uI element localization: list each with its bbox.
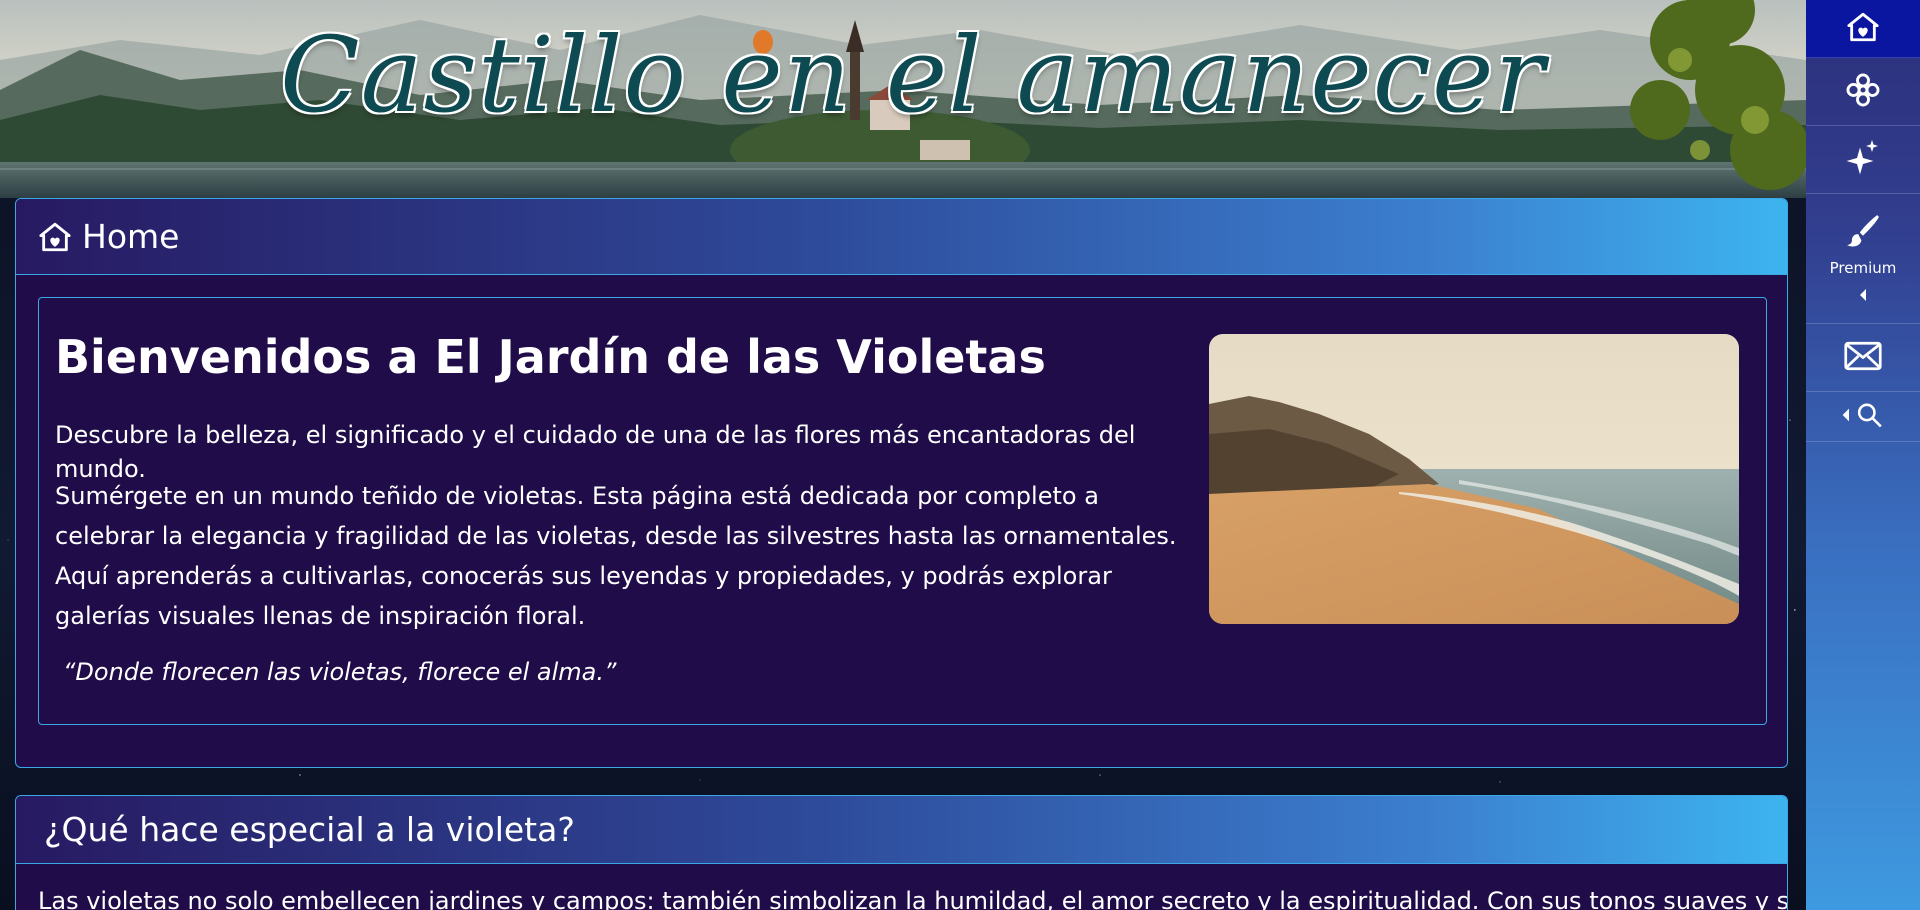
beach-image	[1209, 334, 1739, 624]
sidebar-item-contact[interactable]	[1806, 324, 1920, 392]
home-panel-header: Home	[16, 199, 1787, 275]
envelope-icon	[1843, 341, 1883, 375]
welcome-box: Bienvenidos a El Jardín de las Violetas …	[38, 297, 1767, 725]
brush-icon	[1844, 211, 1882, 255]
home-panel: Home Bienvenidos a El Jardín de las Viol…	[15, 198, 1788, 768]
caret-left-icon[interactable]	[1858, 287, 1868, 307]
special-panel-header: ¿Qué hace especial a la violeta?	[16, 796, 1787, 864]
sparkles-icon	[1845, 138, 1881, 182]
sidebar-item-flower[interactable]	[1806, 58, 1920, 126]
flower-icon	[1844, 71, 1882, 113]
welcome-body: Sumérgete en un mundo teñido de violetas…	[55, 482, 1177, 630]
sidebar-item-label: Premium	[1829, 258, 1897, 277]
special-panel: ¿Qué hace especial a la violeta? Las vio…	[15, 795, 1788, 910]
sidebar-item-home[interactable]	[1806, 0, 1920, 58]
sidebar-item-search[interactable]	[1806, 392, 1920, 442]
special-panel-title: ¿Qué hace especial a la violeta?	[44, 810, 575, 849]
search-icon	[1840, 401, 1886, 433]
home-icon	[38, 220, 72, 254]
sidebar-item-premium[interactable]: Premium	[1806, 194, 1920, 324]
right-sidebar: Premium	[1806, 0, 1920, 910]
home-icon	[1846, 10, 1880, 48]
banner-title: Castillo en el amanecer	[280, 14, 1546, 136]
home-panel-title: Home	[82, 217, 180, 256]
welcome-quote: “Donde florecen las violetas, florece el…	[63, 658, 617, 686]
welcome-title: Bienvenidos a El Jardín de las Violetas	[55, 330, 1046, 384]
sidebar-item-sparkles[interactable]	[1806, 126, 1920, 194]
special-panel-body: Las violetas no solo embellecen jardines…	[38, 887, 1788, 910]
banner: Castillo en el amanecer	[0, 0, 1806, 198]
